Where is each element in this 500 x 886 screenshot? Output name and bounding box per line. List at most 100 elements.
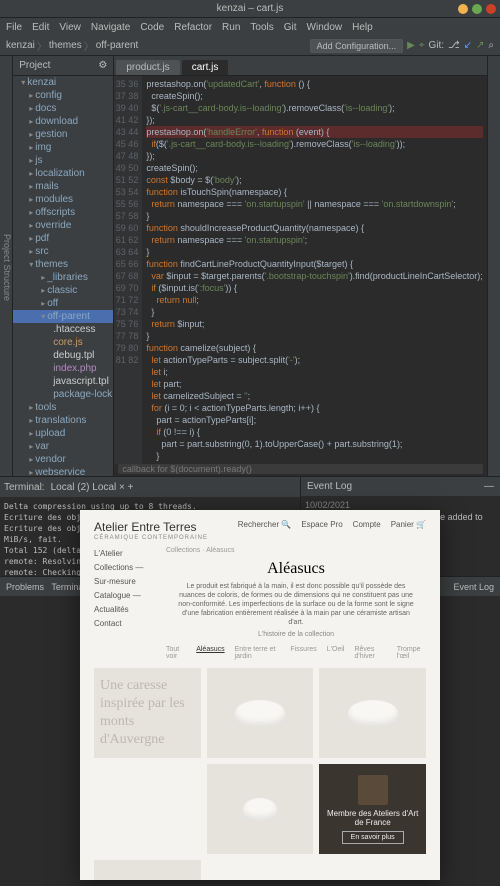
sidenav-link[interactable]: Contact [94,617,154,631]
collection-filters[interactable]: Tout voir Aléasucs Entre terre et jardin Fi… [166,646,426,660]
event-log-title: Event Log [307,481,352,492]
tree-item[interactable]: themes [13,258,113,271]
problems-tab[interactable]: Problems [6,582,44,592]
tree-item[interactable]: package-lock.json [13,388,113,401]
tree-item[interactable]: .htaccess [13,323,113,336]
tree-item[interactable]: config [13,89,113,102]
project-tree[interactable]: kenzaiconfigdocsdownloadgestionimgjsloca… [13,76,113,476]
minimize-icon[interactable] [458,4,468,14]
project-header[interactable]: Project ⚙ [13,56,113,76]
topnav-link[interactable]: Compte [353,520,381,529]
tree-item[interactable]: var [13,440,113,453]
site-sidenav[interactable]: L'AtelierCollections —Sur-mesureCatalogu… [94,547,154,668]
tree-item[interactable]: img [13,141,113,154]
crumb[interactable]: themes [49,40,82,51]
filter-link[interactable]: Rêves d'hiver [354,646,386,660]
sidenav-link[interactable]: Actualités [94,603,154,617]
menu-help[interactable]: Help [352,22,373,33]
left-tool-strip[interactable]: Project Structure [0,56,13,476]
tree-item[interactable]: pdf [13,232,113,245]
tree-item[interactable]: offscripts [13,206,113,219]
run-icon[interactable]: ▶ [407,40,415,51]
tree-item[interactable]: mails [13,180,113,193]
filter-link[interactable]: Aléasucs [196,646,224,660]
editor: product.jscart.js 35 36 37 38 39 40 41 4… [114,56,486,476]
menu-view[interactable]: View [59,22,81,33]
membership-tile[interactable]: Membre des Ateliers d'Art de France En s… [319,764,426,854]
close-icon[interactable] [486,4,496,14]
debug-icon[interactable]: ⌖ [419,40,425,51]
tree-item[interactable]: javascript.tpl [13,375,113,388]
menu-window[interactable]: Window [307,22,343,33]
add-configuration-button[interactable]: Add Configuration... [310,39,404,53]
learn-more-button[interactable]: En savoir plus [342,831,404,844]
menu-git[interactable]: Git [284,22,297,33]
menu-file[interactable]: File [6,22,22,33]
tree-item[interactable]: classic [13,284,113,297]
product-tile[interactable] [207,764,314,854]
product-tile[interactable] [319,668,426,758]
code-hint: callback for $(document).ready() [118,464,482,474]
tree-item[interactable]: upload [13,427,113,440]
right-tool-strip[interactable] [487,56,500,476]
tree-item[interactable]: download [13,115,113,128]
filter-link[interactable]: Tout voir [166,646,186,660]
git-push-icon[interactable]: ↗ [476,40,484,51]
menu-refactor[interactable]: Refactor [174,22,212,33]
tree-item[interactable]: webservice [13,466,113,476]
terminal-tab-list[interactable]: Local (2) Local × + [51,482,134,493]
crumb[interactable]: off-parent [96,40,139,51]
tree-item[interactable]: index.php [13,362,113,375]
menubar: File Edit View Navigate Code Refactor Run Tools… [0,18,500,36]
filter-link[interactable]: L'Oeil [327,646,345,660]
menu-edit[interactable]: Edit [32,22,49,33]
filter-link[interactable]: Trompe l'œil [397,646,426,660]
filter-link[interactable]: Fissures [290,646,316,660]
tree-item[interactable]: gestion [13,128,113,141]
collection-desc: Le produit est fabriqué à la main, il es… [166,582,426,627]
tree-item[interactable]: kenzai [13,76,113,89]
filter-link[interactable]: Entre terre et jardin [235,646,281,660]
git-pull-icon[interactable]: ↙ [464,40,472,51]
event-log-header[interactable]: Event Log — [301,477,500,496]
maximize-icon[interactable] [472,4,482,14]
code-text[interactable]: prestashop.on('updatedCart', function ()… [142,76,486,464]
menu-code[interactable]: Code [140,22,164,33]
menu-navigate[interactable]: Navigate [91,22,130,33]
sidenav-link[interactable]: Collections — [94,561,154,575]
tree-item[interactable]: core.js [13,336,113,349]
product-tile[interactable] [207,668,314,758]
sidenav-link[interactable]: Sur-mesure [94,575,154,589]
sidenav-link[interactable]: L'Atelier [94,547,154,561]
product-tile[interactable] [94,860,201,880]
tree-item[interactable]: vendor [13,453,113,466]
menu-tools[interactable]: Tools [250,22,273,33]
tree-item[interactable]: tools [13,401,113,414]
site-logo[interactable]: Atelier Entre Terres CÉRAMIQUE CONTEMPOR… [94,520,208,541]
event-log-tab[interactable]: Event Log [453,582,494,592]
code-area[interactable]: 35 36 37 38 39 40 41 42 43 44 45 46 47 4… [114,76,486,464]
crumb[interactable]: kenzai [6,40,35,51]
tree-item[interactable]: docs [13,102,113,115]
tree-item[interactable]: _libraries [13,271,113,284]
tree-item[interactable]: debug.tpl [13,349,113,362]
gear-icon[interactable]: ⚙ [98,60,107,71]
menu-run[interactable]: Run [222,22,240,33]
tree-item[interactable]: modules [13,193,113,206]
hero-tile[interactable]: Une caresse inspirée par les monts d'Auv… [94,668,201,758]
tree-item[interactable]: js [13,154,113,167]
sidenav-link[interactable]: Catalogue — [94,589,154,603]
editor-tab[interactable]: product.js [116,60,179,75]
git-branch-icon[interactable]: ⎇ [448,40,460,51]
tree-item[interactable]: localization [13,167,113,180]
tree-item[interactable]: translations [13,414,113,427]
topnav-link[interactable]: Espace Pro [301,520,342,529]
tree-item[interactable]: off [13,297,113,310]
search-icon[interactable]: ⌕ [488,40,494,51]
tree-item[interactable]: off-parent [13,310,113,323]
topnav-link[interactable]: Panier 🛒 [391,520,426,529]
editor-tab[interactable]: cart.js [182,60,229,75]
tree-item[interactable]: src [13,245,113,258]
tree-item[interactable]: override [13,219,113,232]
search-input[interactable]: Rechercher 🔍 [238,520,292,529]
